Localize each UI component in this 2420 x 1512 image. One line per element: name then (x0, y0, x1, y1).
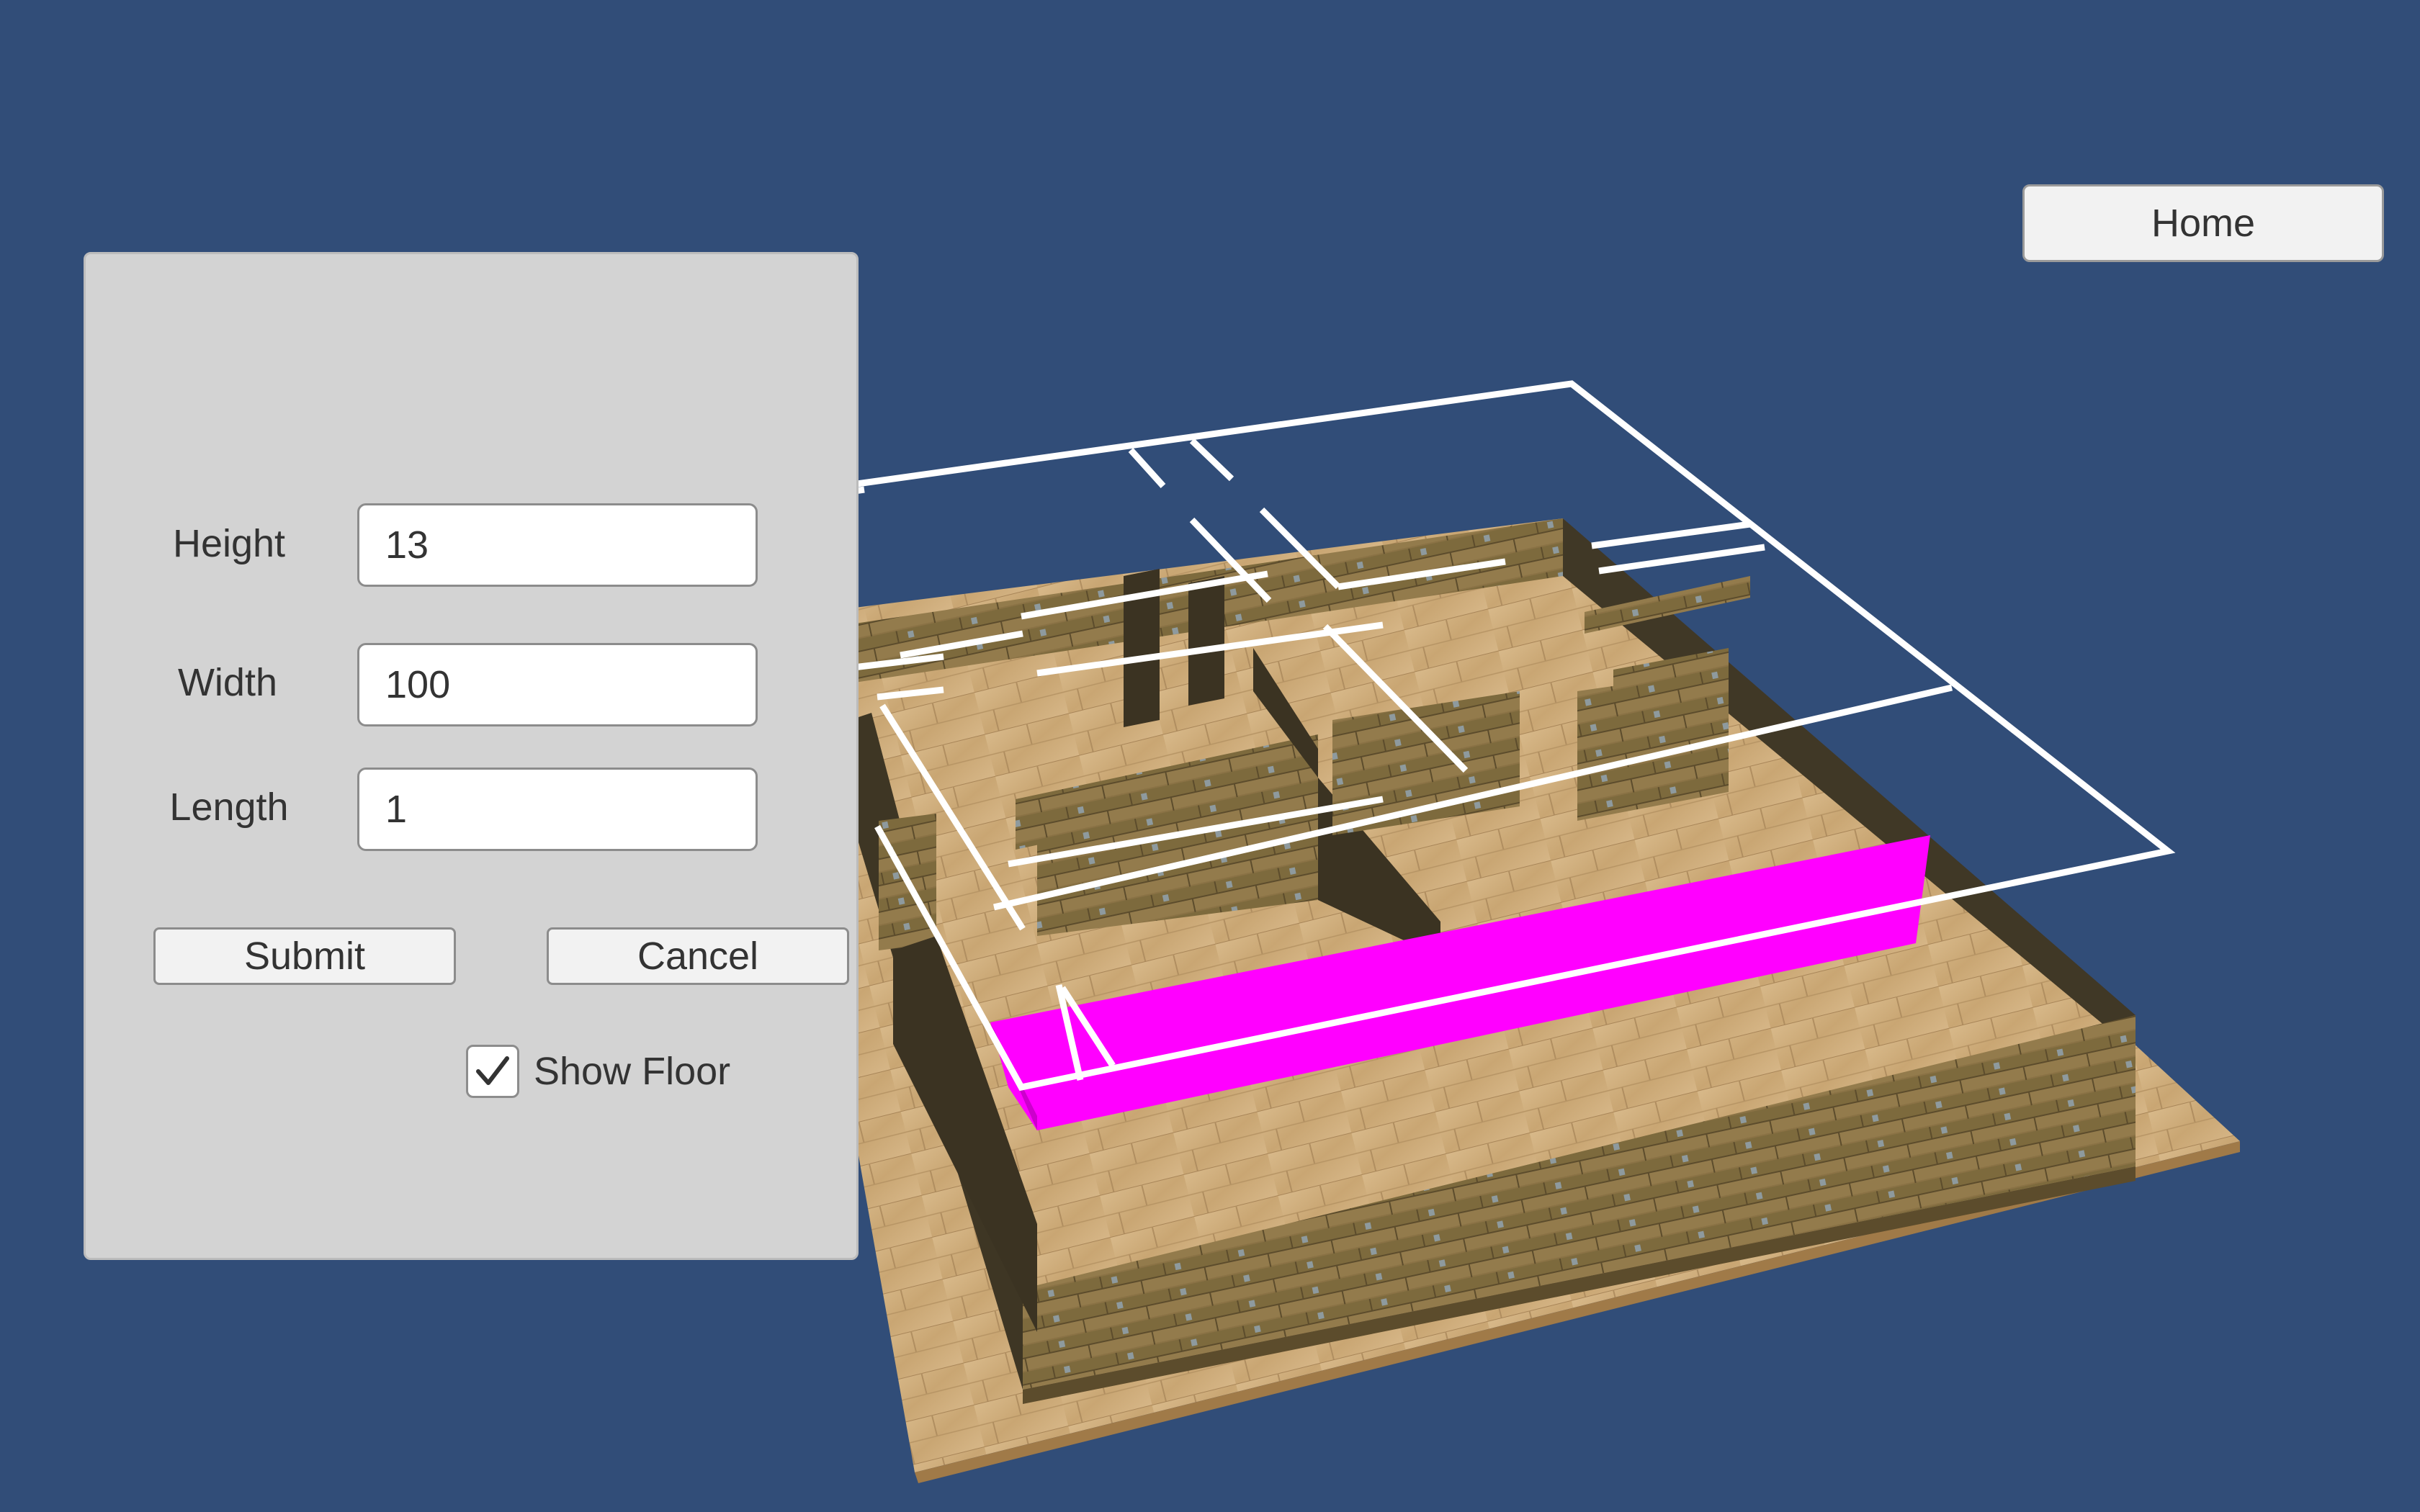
dimensions-panel: Height 13 Width 100 Length 1 Submit Canc… (84, 252, 859, 1260)
submit-button[interactable]: Submit (153, 927, 456, 985)
show-floor-checkbox[interactable] (466, 1045, 519, 1098)
show-floor-label: Show Floor (534, 1050, 731, 1093)
height-input[interactable]: 13 (357, 503, 758, 587)
width-input[interactable]: 100 (357, 643, 758, 726)
height-label: Height (172, 522, 286, 565)
length-input[interactable]: 1 (357, 768, 758, 851)
checkmark-icon (476, 1056, 509, 1085)
home-button[interactable]: Home (2022, 184, 2384, 262)
cancel-button[interactable]: Cancel (547, 927, 849, 985)
length-label: Length (169, 786, 289, 829)
width-label: Width (177, 661, 278, 704)
